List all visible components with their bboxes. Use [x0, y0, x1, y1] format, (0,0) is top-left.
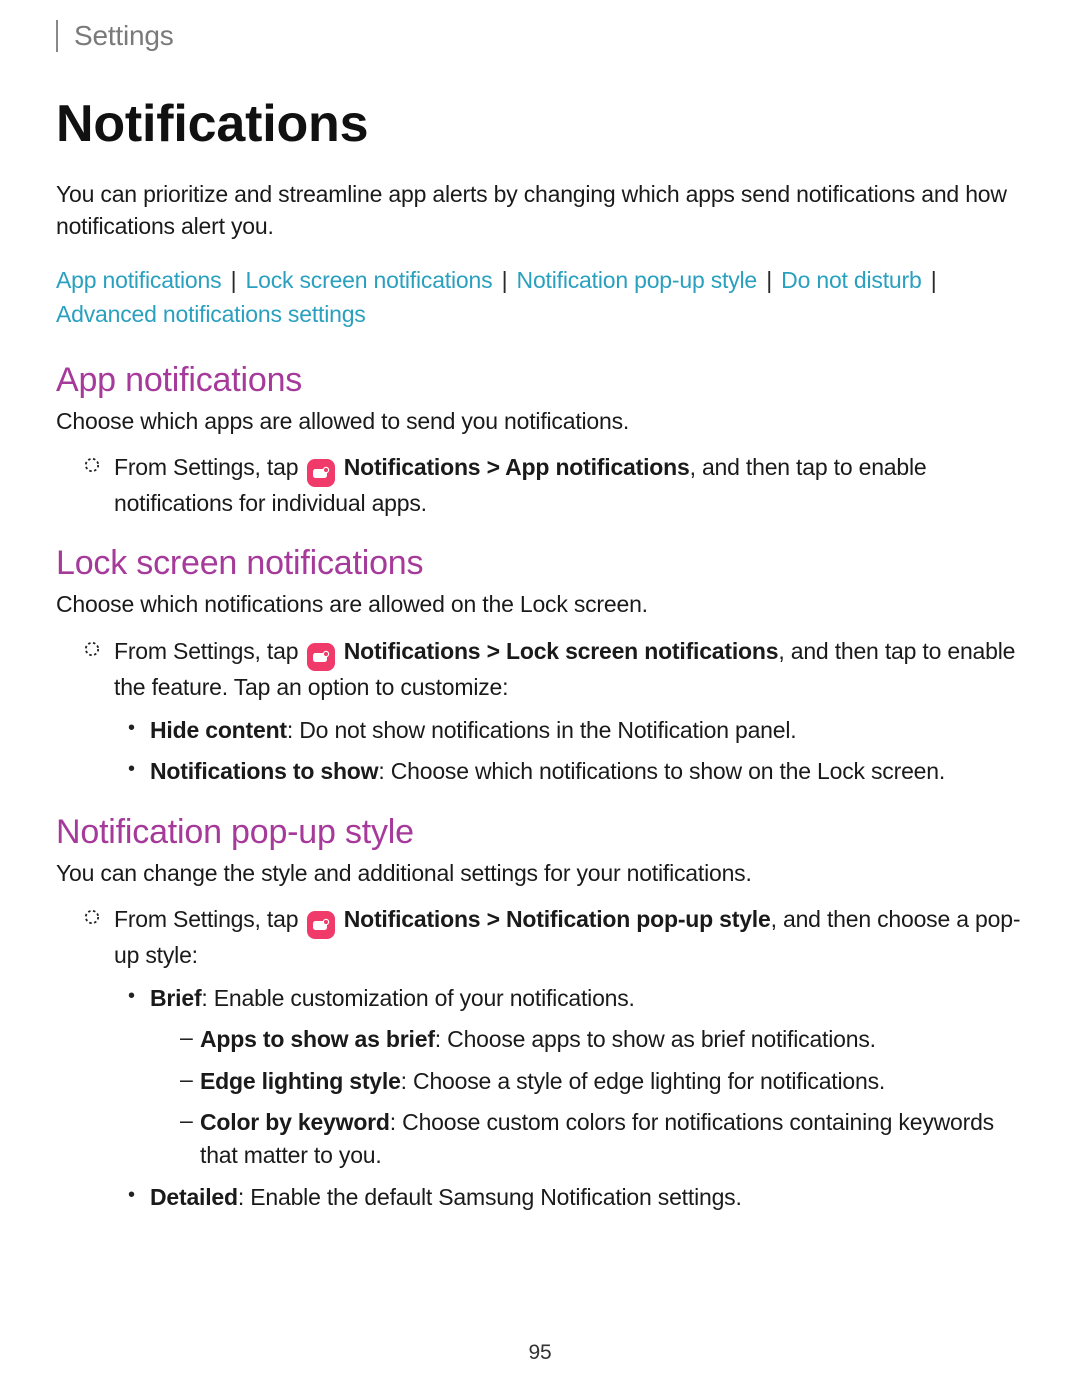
link-app-notifications[interactable]: App notifications [56, 267, 221, 293]
app-notifications-lead: Choose which apps are allowed to send yo… [56, 406, 1024, 437]
step-body: From Settings, tap Notifications > Lock … [114, 635, 1024, 704]
ring-bullet-icon [84, 457, 100, 473]
ring-bullet-icon [84, 641, 100, 657]
option-label: Hide content [150, 717, 287, 743]
link-lock-screen-notifications[interactable]: Lock screen notifications [246, 267, 493, 293]
option-text: : Choose which notifications to show on … [378, 758, 945, 784]
list-item: Notifications to show: Choose which noti… [128, 755, 1024, 788]
option-label: Apps to show as brief [200, 1026, 435, 1052]
separator: | [492, 267, 516, 293]
option-text: : Do not show notifications in the Notif… [287, 717, 797, 743]
popup-style-lead: You can change the style and additional … [56, 858, 1024, 889]
list-item: Brief: Enable customization of your noti… [128, 982, 1024, 1173]
step-text-bold: Notifications > Lock screen notification… [344, 638, 779, 664]
section-heading-lock-screen: Lock screen notifications [56, 544, 1024, 583]
notifications-icon [307, 911, 335, 939]
section-heading-popup-style: Notification pop-up style [56, 813, 1024, 852]
lock-screen-lead: Choose which notifications are allowed o… [56, 589, 1024, 620]
step-body: From Settings, tap Notifications > App n… [114, 451, 1024, 520]
page-number: 95 [0, 1341, 1080, 1365]
option-text: : Choose apps to show as brief notificat… [435, 1026, 876, 1052]
step-text-pre: From Settings, tap [114, 906, 305, 932]
link-advanced-notifications-settings[interactable]: Advanced notifications settings [56, 301, 366, 327]
ring-bullet-icon [84, 909, 100, 925]
link-notification-popup-style[interactable]: Notification pop-up style [517, 267, 757, 293]
breadcrumb: Settings [74, 20, 174, 51]
step-text-pre: From Settings, tap [114, 638, 305, 664]
notifications-icon [307, 459, 335, 487]
separator: | [757, 267, 781, 293]
option-label: Detailed [150, 1184, 238, 1210]
lock-screen-step: From Settings, tap Notifications > Lock … [84, 635, 1024, 704]
section-heading-app-notifications: App notifications [56, 361, 1024, 400]
option-label: Edge lighting style [200, 1068, 401, 1094]
popup-style-options: Brief: Enable customization of your noti… [56, 982, 1024, 1214]
breadcrumb-bar: Settings [56, 20, 1024, 52]
notifications-icon [307, 643, 335, 671]
link-do-not-disturb[interactable]: Do not disturb [781, 267, 921, 293]
separator: | [922, 267, 940, 293]
list-item: Apps to show as brief: Choose apps to sh… [180, 1023, 1024, 1056]
step-text-bold: Notifications > Notification pop-up styl… [344, 906, 771, 932]
option-text: : Enable customization of your notificat… [201, 985, 634, 1011]
option-text: : Choose a style of edge lighting for no… [401, 1068, 885, 1094]
step-text-pre: From Settings, tap [114, 454, 305, 480]
brief-sub-options: Apps to show as brief: Choose apps to sh… [150, 1023, 1024, 1172]
popup-style-step: From Settings, tap Notifications > Notif… [84, 903, 1024, 972]
lock-screen-options: Hide content: Do not show notifications … [56, 714, 1024, 789]
page-title: Notifications [56, 94, 1024, 154]
step-text-bold: Notifications > App notifications [344, 454, 690, 480]
option-label: Notifications to show [150, 758, 378, 784]
separator: | [221, 267, 245, 293]
option-text: : Enable the default Samsung Notificatio… [238, 1184, 742, 1210]
option-label: Color by keyword [200, 1109, 390, 1135]
list-item: Detailed: Enable the default Samsung Not… [128, 1181, 1024, 1214]
quick-links: App notifications | Lock screen notifica… [56, 264, 1024, 331]
list-item: Hide content: Do not show notifications … [128, 714, 1024, 747]
intro-text: You can prioritize and streamline app al… [56, 178, 1024, 242]
list-item: Color by keyword: Choose custom colors f… [180, 1106, 1024, 1173]
list-item: Edge lighting style: Choose a style of e… [180, 1065, 1024, 1098]
app-notifications-step: From Settings, tap Notifications > App n… [84, 451, 1024, 520]
option-label: Brief [150, 985, 201, 1011]
step-body: From Settings, tap Notifications > Notif… [114, 903, 1024, 972]
